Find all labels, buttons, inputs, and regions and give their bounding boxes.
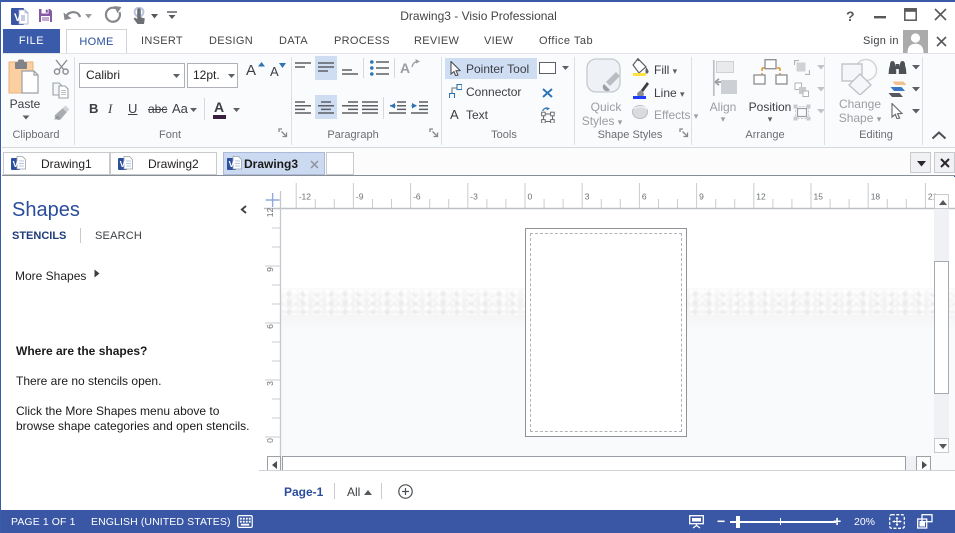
svg-text:-6: -6 [413, 192, 421, 202]
svg-text:12: 12 [756, 192, 766, 202]
svg-text:15: 15 [814, 192, 824, 202]
svg-text:9: 9 [699, 192, 704, 202]
svg-text:0: 0 [265, 438, 275, 443]
svg-text:V: V [229, 159, 235, 169]
svg-text:18: 18 [871, 192, 881, 202]
svg-text:V: V [120, 159, 126, 169]
svg-text:3: 3 [265, 381, 275, 386]
svg-text:6: 6 [642, 192, 647, 202]
svg-text:-12: -12 [299, 192, 312, 202]
svg-text:V: V [13, 159, 19, 169]
svg-text:6: 6 [265, 324, 275, 329]
svg-text:12: 12 [265, 208, 275, 218]
svg-text:3: 3 [585, 192, 590, 202]
svg-text:-9: -9 [356, 192, 364, 202]
svg-text:-3: -3 [470, 192, 478, 202]
svg-text:9: 9 [265, 267, 275, 272]
svg-text:0: 0 [528, 192, 533, 202]
